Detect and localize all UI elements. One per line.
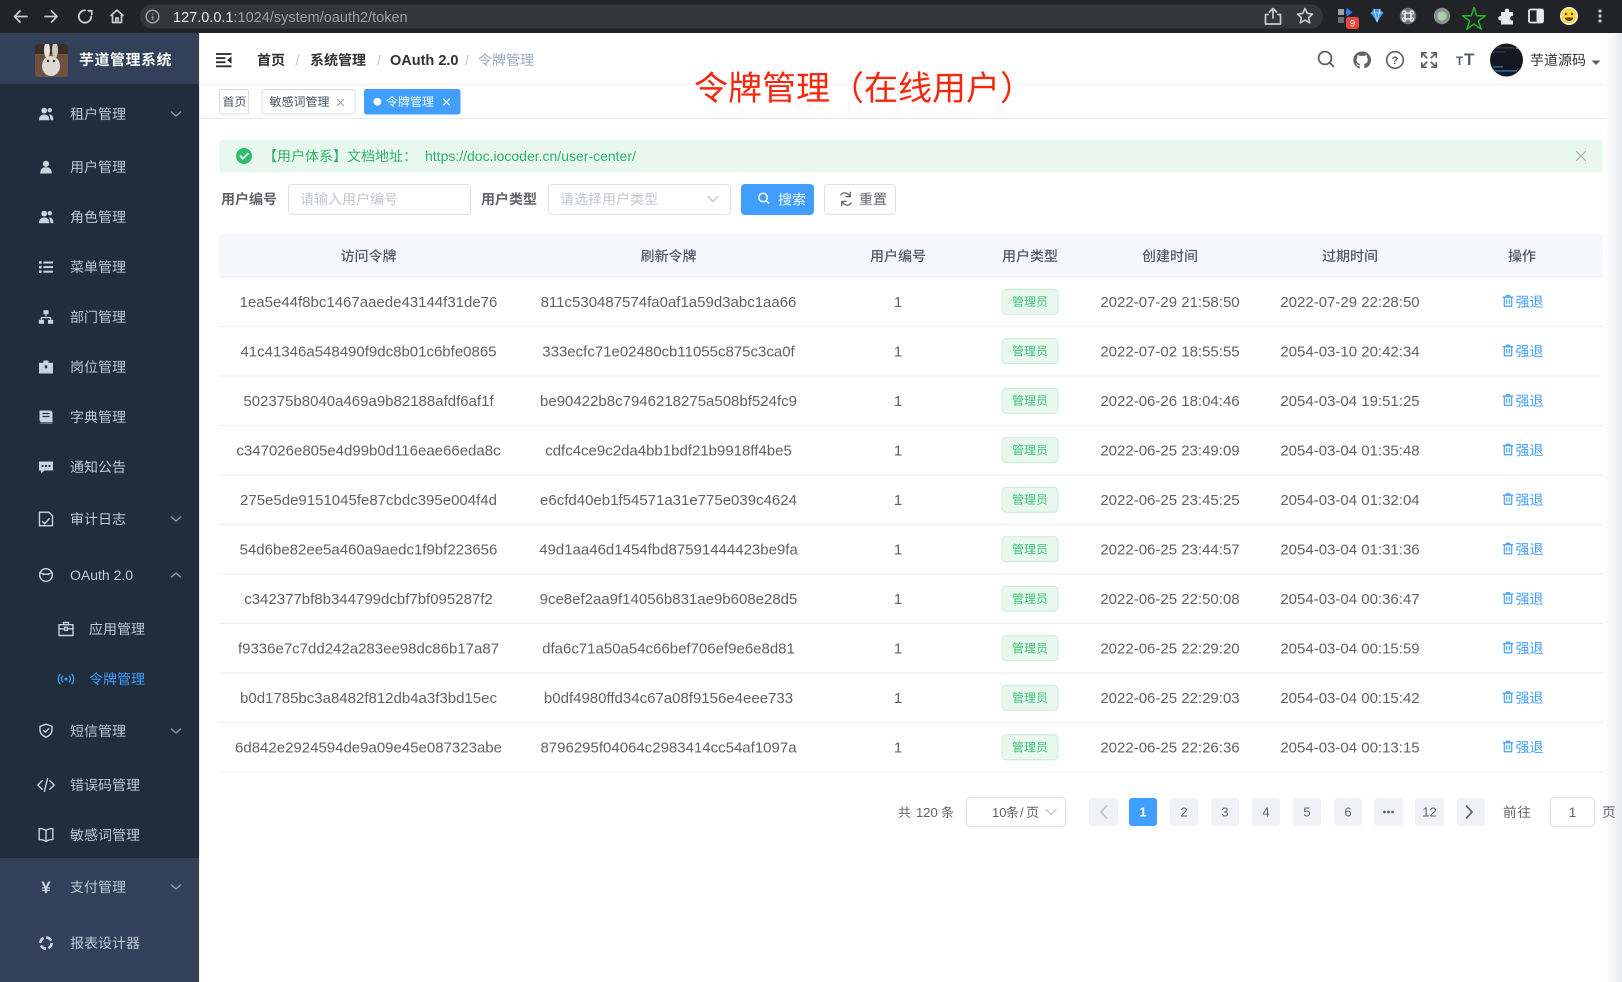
- svg-text::1024/system/oauth2/token: :1024/system/oauth2/token: [234, 10, 408, 26]
- svg-text:1: 1: [894, 343, 902, 360]
- svg-text:dfa6c71a50a54c66bef706ef9e6e8d: dfa6c71a50a54c66bef706ef9e6e8d81: [542, 640, 795, 657]
- svg-text:1ea5e44f8bc1467aaede43144f31de: 1ea5e44f8bc1467aaede43144f31de76: [240, 294, 498, 311]
- svg-text:1: 1: [894, 541, 902, 558]
- svg-text:2022-06-25 23:44:57: 2022-06-25 23:44:57: [1100, 541, 1239, 558]
- svg-text:2054-03-04 19:51:25: 2054-03-04 19:51:25: [1280, 393, 1419, 410]
- svg-text:6d842e2924594de9a09e45e087323a: 6d842e2924594de9a09e45e087323abe: [235, 739, 502, 756]
- svg-text:1: 1: [1569, 805, 1577, 820]
- svg-text:OAuth 2.0: OAuth 2.0: [390, 53, 458, 69]
- svg-text:/: /: [296, 52, 300, 68]
- svg-text:/: /: [377, 52, 381, 68]
- svg-text:OAuth 2.0: OAuth 2.0: [70, 567, 133, 583]
- svg-text:9: 9: [1350, 19, 1355, 30]
- svg-text:811c530487574fa0af1a59d3abc1aa: 811c530487574fa0af1a59d3abc1aa66: [541, 294, 797, 311]
- svg-text:2022-06-25 22:29:03: 2022-06-25 22:29:03: [1100, 690, 1239, 707]
- svg-text:2022-07-29 21:58:50: 2022-07-29 21:58:50: [1100, 294, 1239, 311]
- svg-text:c347026e805e4d99b0d116eae66eda: c347026e805e4d99b0d116eae66eda8c: [236, 442, 501, 459]
- svg-text:1: 1: [894, 492, 902, 509]
- svg-text:2054-03-04 01:31:36: 2054-03-04 01:31:36: [1280, 541, 1419, 558]
- svg-text:1: 1: [894, 739, 902, 756]
- svg-text:https://doc.iocoder.cn/user-ce: https://doc.iocoder.cn/user-center/: [425, 148, 636, 164]
- svg-text:c342377bf8b344799dcbf7bf095287: c342377bf8b344799dcbf7bf095287f2: [244, 591, 493, 608]
- svg-text:f9336e7c7dd242a283ee98dc86b17a: f9336e7c7dd242a283ee98dc86b17a87: [238, 640, 499, 657]
- svg-text:49d1aa46d1454fbd87591444423be9: 49d1aa46d1454fbd87591444423be9fa: [539, 541, 798, 558]
- svg-text:b0df4980ffd34c67a08f9156e4eee7: b0df4980ffd34c67a08f9156e4eee733: [544, 690, 793, 707]
- svg-text:1: 1: [894, 690, 902, 707]
- svg-text:be90422b8c7946218275a508bf524f: be90422b8c7946218275a508bf524fc9: [540, 393, 797, 410]
- svg-text:2054-03-10 20:42:34: 2054-03-10 20:42:34: [1280, 343, 1419, 360]
- svg-text:?: ?: [1392, 55, 1399, 67]
- svg-text:2: 2: [1180, 805, 1187, 820]
- svg-text:/: /: [465, 52, 469, 68]
- svg-text:5: 5: [1303, 805, 1310, 820]
- svg-text:9ce8ef2aa9f14056b831ae9b608e28: 9ce8ef2aa9f14056b831ae9b608e28d5: [540, 591, 798, 608]
- svg-text:1: 1: [1139, 805, 1146, 820]
- svg-text:T: T: [1456, 56, 1463, 68]
- svg-text:2022-07-29 22:28:50: 2022-07-29 22:28:50: [1280, 294, 1419, 311]
- svg-text:1: 1: [894, 294, 902, 311]
- svg-text:120: 120: [916, 805, 938, 820]
- svg-text:275e5de9151045fe87cbdc395e004f: 275e5de9151045fe87cbdc395e004f4d: [240, 492, 497, 509]
- svg-text:12: 12: [1422, 805, 1436, 820]
- svg-text:1: 1: [894, 640, 902, 657]
- svg-text:127.0.0.1: 127.0.0.1: [173, 10, 233, 26]
- svg-text:3: 3: [1221, 805, 1228, 820]
- svg-text:10: 10: [992, 805, 1006, 820]
- svg-text:2022-06-25 23:49:09: 2022-06-25 23:49:09: [1100, 442, 1239, 459]
- svg-text:¥: ¥: [41, 878, 51, 897]
- svg-text:1: 1: [894, 442, 902, 459]
- svg-text:/: /: [1020, 805, 1024, 820]
- svg-text:2054-03-04 01:35:48: 2054-03-04 01:35:48: [1280, 442, 1419, 459]
- svg-text:1: 1: [894, 393, 902, 410]
- svg-text:cdfc4ce9c2da4bb1bdf21b9918ff4b: cdfc4ce9c2da4bb1bdf21b9918ff4be5: [545, 442, 792, 459]
- svg-text:b0d1785bc3a8482f812db4a3f3bd15: b0d1785bc3a8482f812db4a3f3bd15ec: [240, 690, 497, 707]
- svg-text:2022-06-25 22:26:36: 2022-06-25 22:26:36: [1100, 739, 1239, 756]
- svg-text:4: 4: [1262, 805, 1269, 820]
- svg-text:502375b8040a469a9b82188afdf6af: 502375b8040a469a9b82188afdf6af1f: [243, 393, 494, 410]
- svg-text:T: T: [1464, 50, 1475, 69]
- svg-text:2054-03-04 01:32:04: 2054-03-04 01:32:04: [1280, 492, 1419, 509]
- svg-text:8796295f04064c2983414cc54af109: 8796295f04064c2983414cc54af1097a: [540, 739, 797, 756]
- svg-text:6: 6: [1344, 805, 1351, 820]
- svg-text:2054-03-04 00:15:59: 2054-03-04 00:15:59: [1280, 640, 1419, 657]
- svg-text:1: 1: [894, 591, 902, 608]
- svg-text:2054-03-04 00:36:47: 2054-03-04 00:36:47: [1280, 591, 1419, 608]
- svg-text:2022-06-25 23:45:25: 2022-06-25 23:45:25: [1100, 492, 1239, 509]
- svg-text:2022-06-25 22:50:08: 2022-06-25 22:50:08: [1100, 591, 1239, 608]
- svg-text:2022-07-02 18:55:55: 2022-07-02 18:55:55: [1100, 343, 1239, 360]
- svg-text:2054-03-04 00:15:42: 2054-03-04 00:15:42: [1280, 690, 1419, 707]
- svg-text:e6cfd40eb1f54571a31e775e039c46: e6cfd40eb1f54571a31e775e039c4624: [540, 492, 797, 509]
- svg-text:2054-03-04 00:13:15: 2054-03-04 00:13:15: [1280, 739, 1419, 756]
- svg-text:2022-06-26 18:04:46: 2022-06-26 18:04:46: [1100, 393, 1239, 410]
- svg-text:41c41346a548490f9dc8b01c6bfe08: 41c41346a548490f9dc8b01c6bfe0865: [240, 343, 496, 360]
- svg-text:2022-06-25 22:29:20: 2022-06-25 22:29:20: [1100, 640, 1239, 657]
- svg-text:333ecfc71e02480cb11055c875c3ca: 333ecfc71e02480cb11055c875c3ca0f: [542, 343, 795, 360]
- svg-text:54d6be82ee5a460a9aedc1f9bf2236: 54d6be82ee5a460a9aedc1f9bf223656: [240, 541, 498, 558]
